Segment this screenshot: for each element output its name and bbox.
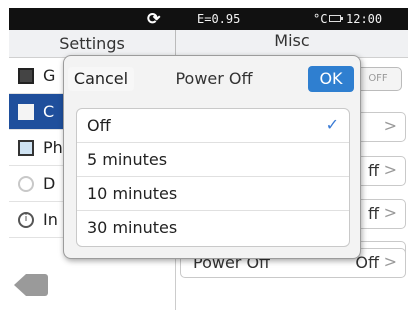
sidebar-item-label: G xyxy=(43,66,56,85)
chevron-right-icon: > xyxy=(383,203,397,222)
clock-icon xyxy=(18,176,34,192)
option-label: Off xyxy=(87,116,111,135)
toggle-switch[interactable]: OFF xyxy=(354,67,402,91)
info-icon: i xyxy=(18,212,34,228)
sidebar-item-label: In xyxy=(43,210,58,229)
back-icon[interactable] xyxy=(14,274,48,296)
option-30-minutes[interactable]: 30 minutes xyxy=(77,211,349,245)
camera-icon xyxy=(18,104,34,120)
checkmark-icon: ✓ xyxy=(325,115,339,134)
cancel-button[interactable]: Cancel xyxy=(68,67,134,91)
ev-readout: E=0.95 xyxy=(197,12,241,26)
option-10-minutes[interactable]: 10 minutes xyxy=(77,177,349,211)
row-value: ff xyxy=(367,204,379,223)
section-title: Misc xyxy=(274,31,310,50)
clock: 12:00 xyxy=(346,12,383,26)
chevron-right-icon: > xyxy=(383,252,397,271)
option-label: 30 minutes xyxy=(87,218,178,237)
gear-icon xyxy=(18,68,34,84)
sidebar-item-label: Ph xyxy=(43,138,63,157)
chevron-right-icon: > xyxy=(383,116,397,135)
option-list: Off ✓ 5 minutes 10 minutes 30 minutes xyxy=(76,108,350,247)
photo-icon xyxy=(18,140,34,156)
option-5-minutes[interactable]: 5 minutes xyxy=(77,143,349,177)
temperature-unit: °C xyxy=(313,12,328,26)
option-label: 10 minutes xyxy=(87,184,178,203)
header: Settings Misc xyxy=(9,30,408,58)
chevron-right-icon: > xyxy=(383,160,397,179)
dialog-title: Power Off xyxy=(175,69,253,88)
status-bar: ⟳ E=0.95 °C 12:00 xyxy=(9,8,408,30)
battery-icon xyxy=(329,15,343,22)
page-title: Settings xyxy=(59,34,125,53)
power-off-dialog: Cancel Power Off OK Off ✓ 5 minutes 10 m… xyxy=(63,55,361,259)
option-off[interactable]: Off ✓ xyxy=(77,109,349,143)
option-label: 5 minutes xyxy=(87,150,168,169)
row-value: ff xyxy=(367,161,379,180)
ok-button[interactable]: OK xyxy=(308,66,354,92)
sidebar-item-label: D xyxy=(43,174,56,193)
refresh-icon[interactable]: ⟳ xyxy=(147,9,160,28)
sidebar-item-label: C xyxy=(43,102,55,121)
